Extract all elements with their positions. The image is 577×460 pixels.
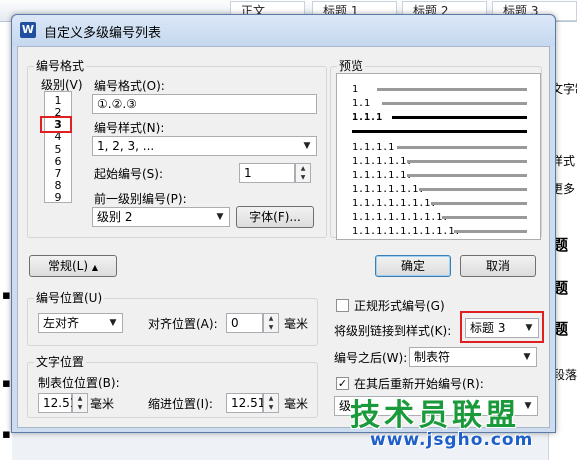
preview-row-line-current [392,116,527,119]
preview-row-number: 1.1.1.1.1.1.1. [352,198,437,209]
spin-up-icon[interactable]: ▲ [264,394,278,403]
cancel-button[interactable]: 取消 [460,255,536,277]
text-position-group-title: 文字位置 [34,355,87,369]
preview-row-number: 1.1.1.1.1. [352,156,413,167]
align-at-spinner[interactable]: ▲ ▼ [263,313,279,333]
preview-row-line-current [352,130,527,133]
doc-fragment: 段落 [553,368,577,382]
preview-row-number: 1.1.1 [352,112,383,123]
align-at-unit: 毫米 [284,317,309,331]
preview-row-line [454,230,527,233]
preview-row-line [382,102,527,105]
spin-up-icon[interactable]: ▲ [264,314,278,323]
preview-group-title: 预览 [337,59,366,73]
preview-row-number: 1.1.1.1.1.1.1.1. [352,212,449,223]
watermark-logo-text: 技术员联盟 [350,398,520,433]
site-watermark: 技术员联盟 www.jsgho.com [340,390,568,458]
legal-style-checkbox[interactable] [336,299,349,312]
ok-button[interactable]: 确定 [375,255,451,277]
spin-up-icon[interactable]: ▲ [296,164,310,173]
preview-row-number: 1 [352,84,359,95]
preview-row-number: 1.1.1.1.1.1.1.1.1. [352,226,461,237]
font-button[interactable]: 字体(F)... [236,206,314,228]
dialog-titlebar[interactable]: W 自定义多级编号列表 [12,15,555,46]
preview-row-line [407,160,527,163]
bullet-marker: ▪ [2,376,11,391]
preview-row-line [431,202,527,205]
bullet-marker: ▪ [2,427,11,442]
preview-row-line [407,174,527,177]
number-style-value: 1, 2, 3, ... [97,139,155,153]
restart-checkbox[interactable]: ✓ [336,377,349,390]
follow-number-select[interactable]: 制表符 ▼ [409,347,537,367]
chevron-down-icon[interactable]: ▼ [298,137,316,155]
number-format-input[interactable]: ①.②.③ [92,94,317,114]
spin-down-icon[interactable]: ▼ [296,173,310,182]
alignment-select[interactable]: 左对齐 ▼ [38,313,123,333]
tab-stop-unit: 毫米 [90,397,115,411]
start-at-spinner[interactable]: ▲ ▼ [295,163,311,183]
indent-input[interactable]: 12.51 [226,393,265,413]
wps-app-icon: W [20,22,36,38]
preview-row-number: 1.1.1.1.1. [352,170,413,181]
indent-unit: 毫米 [284,397,309,411]
number-style-select[interactable]: 1, 2, 3, ... ▼ [92,136,317,156]
tab-stop-label: 制表位位置(B): [38,376,120,390]
indent-label: 缩进位置(I): [148,397,213,411]
restart-label: 在其后重新开始编号(R): [354,377,484,391]
indent-spinner[interactable]: ▲ ▼ [263,393,279,413]
start-at-input[interactable]: 1 [239,163,295,183]
number-style-label: 编号样式(N): [94,121,165,135]
level-item[interactable]: 9 [45,192,71,204]
level-3-highlight-box [40,116,72,133]
preview-row-number: 1.1.1.1 [352,142,395,153]
watermark-url: www.jsgho.com [370,430,534,450]
spin-down-icon[interactable]: ▼ [73,403,87,412]
prev-level-label: 前一级别编号(P): [94,192,187,206]
chevron-down-icon[interactable]: ▼ [211,208,229,226]
follow-number-value: 制表符 [414,350,451,364]
link-style-label: 将级别链接到样式(K): [334,324,452,338]
follow-number-label: 编号之后(W): [334,351,408,365]
tab-stop-spinner[interactable]: ▲ ▼ [72,393,88,413]
level-list[interactable]: 1 2 3 4 5 6 7 8 9 [44,91,72,204]
number-format-group-title: 编号格式 [34,59,87,73]
bullet-marker: ▪ [2,288,11,303]
preview-row-line [442,216,527,219]
link-style-highlight-box [460,311,544,343]
tab-stop-input[interactable]: 12.51 [38,393,77,413]
preview-row-line [397,146,527,149]
align-at-label: 对齐位置(A): [148,317,218,331]
level-label: 级别(V) [41,78,83,92]
number-position-group-title: 编号位置(U) [34,291,105,305]
prev-level-value: 级别 2 [97,210,133,224]
dialog-title: 自定义多级编号列表 [44,26,162,41]
spin-down-icon[interactable]: ▼ [264,323,278,332]
preview-row-line [377,88,527,91]
alignment-value: 左对齐 [43,316,80,330]
spin-down-icon[interactable]: ▼ [264,403,278,412]
start-at-label: 起始编号(S): [94,167,164,181]
checkmark-icon: ✓ [337,377,348,390]
preview-row-number: 1.1.1.1.1.1. [352,184,425,195]
legal-style-label: 正规形式编号(G) [354,299,445,313]
preview-row-line [419,188,527,191]
general-button[interactable]: 常规(L) ▲ [29,255,117,277]
align-at-input[interactable]: 0 [226,313,263,333]
number-format-label: 编号格式(O): [94,79,165,93]
double-chevron-up-icon: ▲ [91,263,99,272]
preview-pane: 1 1.1 1.1.1 1.1.1.1 1.1.1.1.1. 1.1.1.1.1… [336,73,541,240]
preview-row-number: 1.1 [352,98,371,109]
chevron-down-icon[interactable]: ▼ [518,348,536,366]
general-button-label: 常规(L) [47,259,89,273]
prev-level-select[interactable]: 级别 2 ▼ [92,207,230,227]
chevron-down-icon[interactable]: ▼ [104,314,122,332]
spin-up-icon[interactable]: ▲ [73,394,87,403]
